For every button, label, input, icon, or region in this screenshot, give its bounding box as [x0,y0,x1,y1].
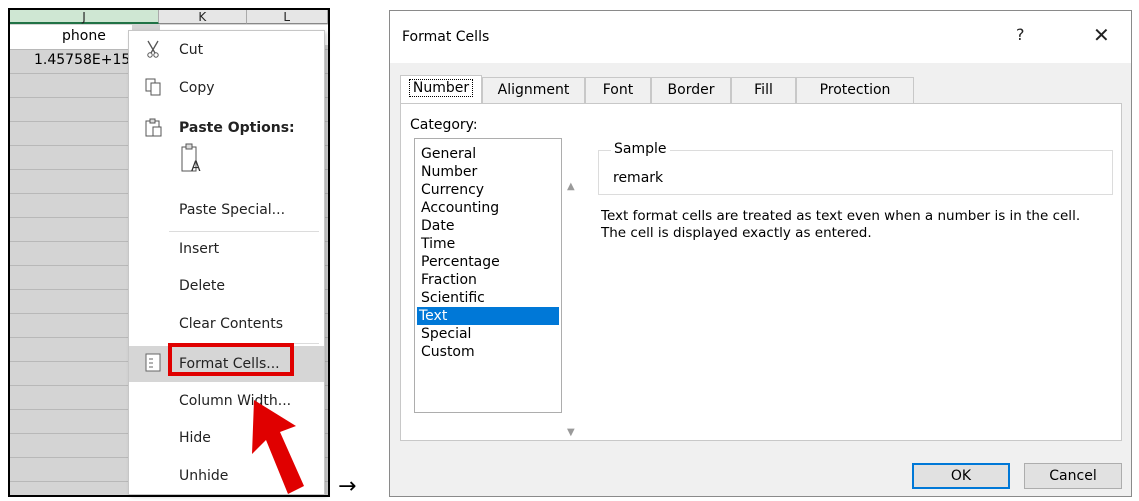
copy-icon [145,78,167,100]
sample-label: Sample [611,141,670,157]
number-tab-panel: Category: General Number Currency Accoun… [400,103,1122,441]
tab-alignment[interactable]: Alignment [482,77,585,103]
tab-fill[interactable]: Fill [731,77,796,103]
close-icon[interactable]: ✕ [1093,23,1110,47]
category-item-selected[interactable]: Text [417,307,559,325]
scroll-down-icon[interactable]: ▼ [567,427,575,438]
right-arrow-icon: → [338,474,357,499]
help-button[interactable]: ? [1016,25,1025,44]
menu-item-label: Copy [179,80,215,96]
menu-item-label: Paste Special... [179,202,286,218]
ok-button[interactable]: OK [912,463,1010,489]
cancel-button[interactable]: Cancel [1024,463,1122,489]
category-item[interactable]: Accounting [419,199,559,217]
dialog-title: Format Cells [402,29,490,45]
tab-font[interactable]: Font [585,77,651,103]
menu-item-label: Insert [179,241,220,257]
category-item[interactable]: Currency [419,181,559,199]
tab-number[interactable]: Number [400,75,482,105]
menu-item-label: Cut [179,42,204,58]
dialog-titlebar: Format Cells ? ✕ [390,11,1131,63]
tab-label: Number [408,79,474,97]
menu-item-paste-options: Paste Options: [129,113,324,143]
menu-item-delete[interactable]: Delete [129,271,324,301]
category-label: Category: [410,117,478,133]
menu-item-insert[interactable]: Insert [129,234,324,264]
category-item[interactable]: Percentage [419,253,559,271]
menu-item-label: Unhide [179,468,229,484]
sample-value: remark [613,170,664,186]
menu-item-label: Clear Contents [179,316,284,332]
menu-item-copy[interactable]: Copy [129,73,324,103]
menu-item-label: Paste Options: [179,120,295,136]
sample-group [598,150,1113,195]
column-header-l[interactable]: L [246,10,328,24]
column-header-k[interactable]: K [159,10,247,24]
tab-protection[interactable]: Protection [796,77,914,103]
svg-text:A: A [191,159,201,175]
description-line: Text format cells are treated as text ev… [601,208,1081,224]
category-item[interactable]: Number [419,163,559,181]
menu-item-paste-special[interactable]: Paste Special... [129,195,324,225]
category-item[interactable]: Date [419,217,559,235]
menu-separator [169,231,319,232]
tab-border[interactable]: Border [651,77,731,103]
category-item[interactable]: Custom [419,343,559,361]
category-item[interactable]: Time [419,235,559,253]
menu-item-label: Delete [179,278,225,294]
format-cells-dialog: Format Cells ? ✕ Number Alignment Font B… [389,10,1132,497]
paste-as-text-icon[interactable]: A [179,141,205,177]
format-description: Text format cells are treated as text ev… [601,208,1116,242]
scissors-icon [145,40,167,62]
cell-j2-value[interactable]: 1.45758E+15 [34,52,130,68]
menu-item-label: Hide [179,430,211,446]
column-header-j[interactable]: J [10,10,160,24]
red-pointer-arrow-icon [236,398,306,497]
category-item[interactable]: General [419,145,559,163]
category-list[interactable]: General Number Currency Accounting Date … [414,138,575,438]
cell-j1-phone[interactable]: phone [62,28,106,44]
description-line: The cell is displayed exactly as entered… [601,225,872,241]
paste-icon [145,118,167,140]
format-cells-icon [145,353,167,375]
category-item[interactable]: Special [419,325,559,343]
scroll-up-icon[interactable]: ▲ [567,181,575,192]
format-cells-highlight-box [168,343,294,376]
column-headers: J K L [10,10,328,24]
menu-item-clear-contents[interactable]: Clear Contents [129,309,324,339]
category-item[interactable]: Fraction [419,271,559,289]
category-item[interactable]: Scientific [419,289,559,307]
menu-item-cut[interactable]: Cut [129,35,324,65]
